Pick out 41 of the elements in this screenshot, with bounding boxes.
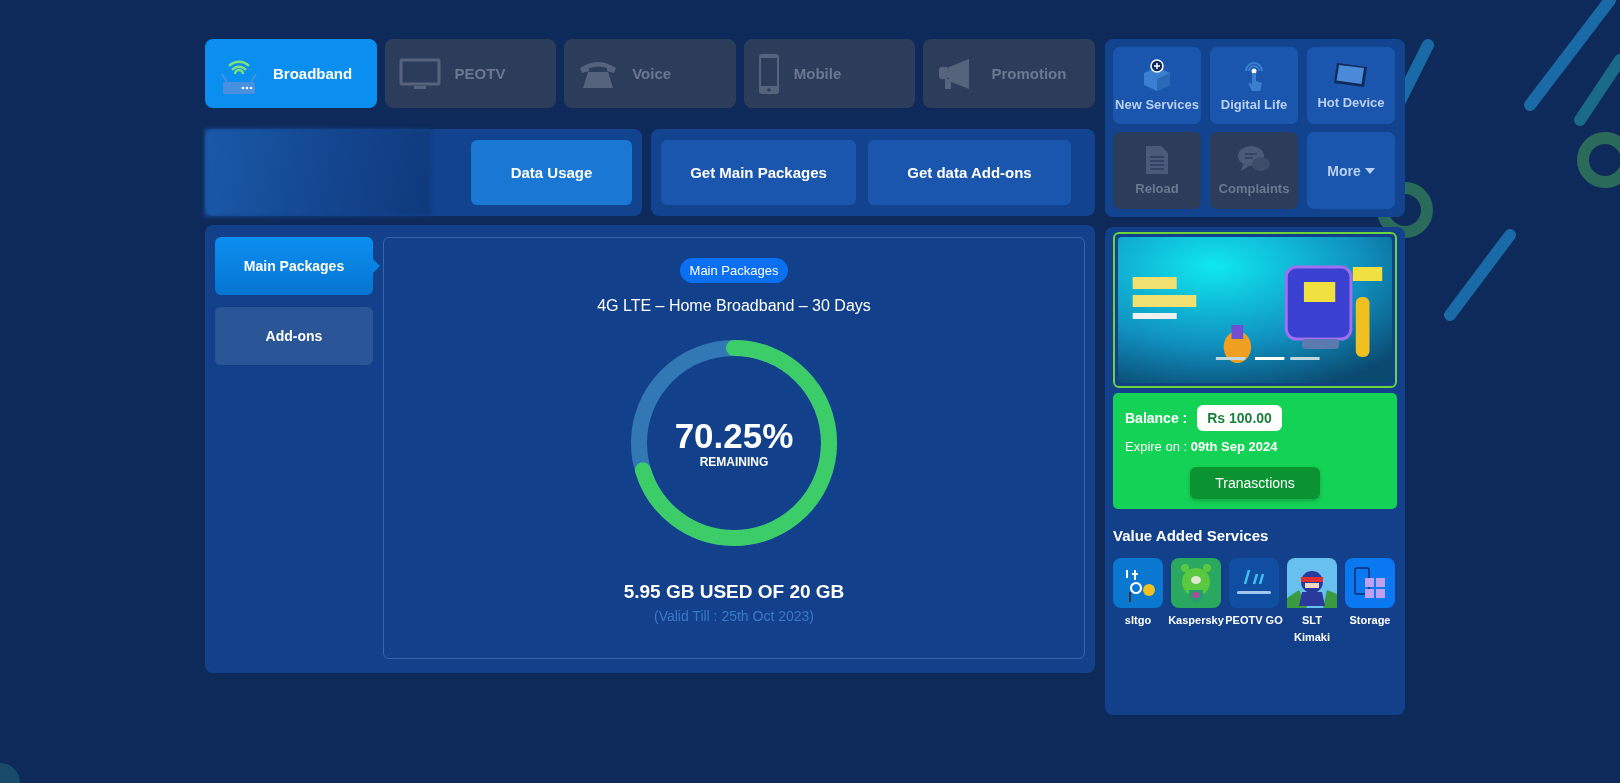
service-tab[interactable]: Mobile bbox=[743, 39, 916, 108]
document-icon bbox=[1145, 145, 1169, 175]
valid-till: (Valid Till : 25th Oct 2023) bbox=[653, 608, 814, 624]
tablet-icon bbox=[1334, 61, 1368, 89]
tv-icon bbox=[398, 57, 441, 90]
app-label: Kaspersky bbox=[1167, 613, 1225, 628]
package-name: 4G LTE – Home Broadband – 30 Days bbox=[597, 297, 871, 315]
app-label: SLT Kimaki bbox=[1292, 613, 1332, 646]
quick-link-tile[interactable]: Digital Life bbox=[1210, 47, 1298, 124]
transactions-button[interactable]: Tranasctions bbox=[1190, 467, 1320, 499]
expire-text: Expire on : 09th Sep 2024 bbox=[1125, 439, 1279, 454]
mobile-phone-icon bbox=[757, 52, 780, 95]
section-title: Value Added Services bbox=[1113, 527, 1270, 544]
app-icon[interactable] bbox=[1345, 558, 1395, 608]
balance-label: Balance : bbox=[1125, 410, 1188, 426]
remaining-percent: 70.25% bbox=[674, 417, 794, 453]
balance-amount: Rs 100.00 bbox=[1197, 405, 1282, 431]
caret-icon bbox=[1364, 167, 1375, 174]
remaining-caption: REMAINING bbox=[699, 454, 769, 469]
quick-link-tile[interactable]: Hot Device bbox=[1307, 47, 1395, 124]
package-tab[interactable]: Add-ons bbox=[215, 307, 373, 365]
box-plus-icon bbox=[1142, 59, 1172, 91]
service-tab[interactable]: Voice bbox=[564, 39, 736, 108]
usage-summary: 5.95 GB USED OF 20 GB bbox=[623, 581, 845, 603]
touch-icon bbox=[1242, 59, 1266, 91]
quick-link-tile[interactable]: More bbox=[1307, 132, 1395, 209]
service-tab[interactable]: Promotion bbox=[923, 39, 1095, 108]
package-badge: Main Packages bbox=[679, 258, 789, 283]
quick-link-tile[interactable]: New Services bbox=[1113, 47, 1201, 124]
package-button[interactable]: Get data Add-ons bbox=[868, 140, 1071, 205]
app-icon[interactable] bbox=[1229, 558, 1279, 608]
service-tab[interactable]: Broadband bbox=[205, 39, 377, 108]
app-icon[interactable] bbox=[1287, 558, 1337, 608]
service-tab[interactable]: PEOTV bbox=[384, 39, 557, 108]
app-label: Storage bbox=[1348, 613, 1392, 628]
app-icon[interactable] bbox=[1113, 558, 1163, 608]
app-label: sltgo bbox=[1123, 613, 1153, 628]
data-usage-button[interactable]: Data Usage bbox=[471, 140, 632, 205]
tab-pointer bbox=[373, 259, 380, 273]
app-label: PEOTV GO bbox=[1225, 613, 1283, 628]
package-button[interactable]: Get Main Packages bbox=[661, 140, 856, 205]
